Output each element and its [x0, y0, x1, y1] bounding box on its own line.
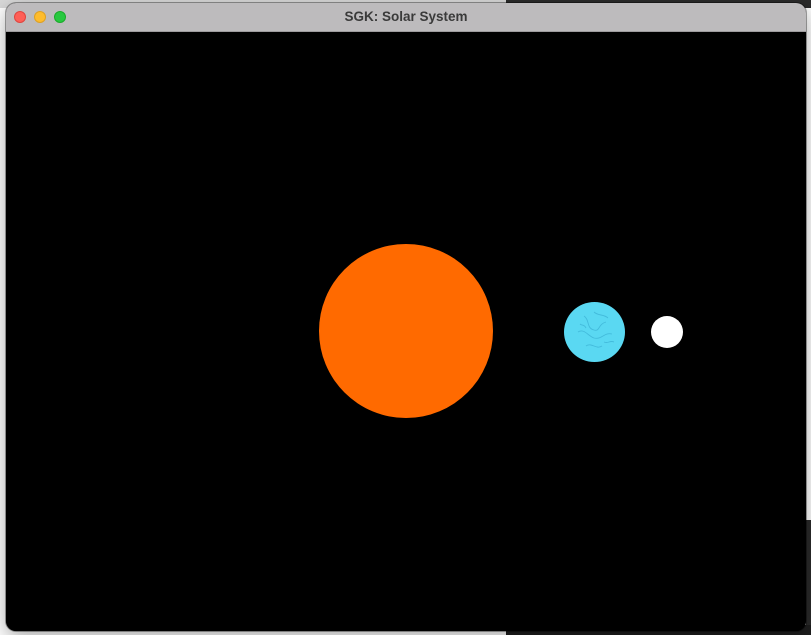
window-title: SGK: Solar System	[344, 9, 468, 24]
background-dark-panel-lower	[806, 520, 811, 635]
app-window: SGK: Solar System	[6, 3, 806, 631]
title-bar[interactable]: SGK: Solar System	[6, 3, 806, 32]
earth-circle	[564, 302, 625, 362]
sun-circle	[319, 244, 493, 418]
solar-system-canvas[interactable]	[6, 32, 806, 631]
moon-circle	[651, 316, 683, 348]
